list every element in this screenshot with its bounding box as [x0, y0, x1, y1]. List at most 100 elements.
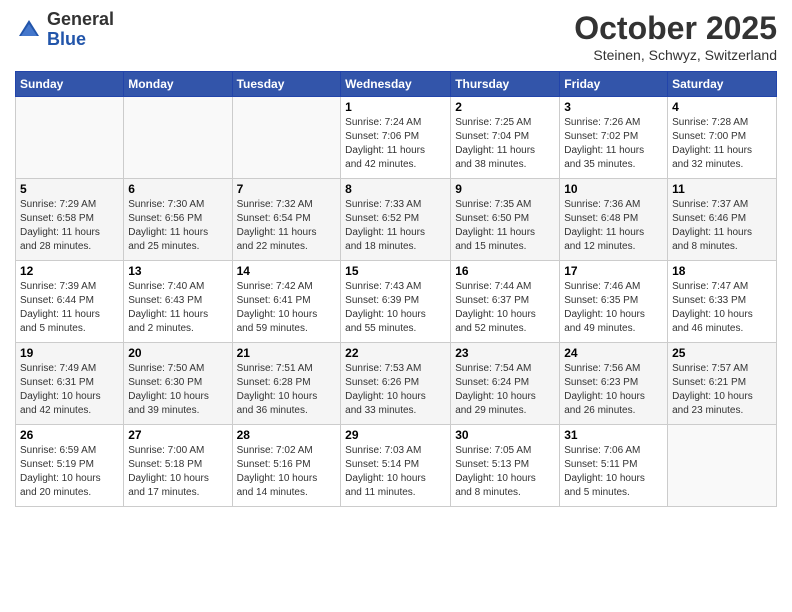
calendar-cell: 15Sunrise: 7:43 AM Sunset: 6:39 PM Dayli… [341, 261, 451, 343]
day-number: 22 [345, 346, 446, 360]
day-number: 16 [455, 264, 555, 278]
calendar-week-2: 5Sunrise: 7:29 AM Sunset: 6:58 PM Daylig… [16, 179, 777, 261]
calendar-cell: 12 Sunrise: 7:39 AM Sunset: 6:44 PM Dayli… [16, 261, 124, 343]
day-info: Sunrise: 7:26 AM Sunset: 7:02 PM Dayligh… [564, 116, 663, 172]
calendar-cell: 14 Sunrise: 7:42 AM Sunset: 6:41 PM Dayli… [232, 261, 341, 343]
day-number: 3 [564, 100, 663, 114]
calendar-cell: 27 Sunrise: 7:00 AM Sunset: 5:18 PM Dayli… [124, 425, 232, 507]
day-number: 23 [455, 346, 555, 360]
day-info: Sunrise: 7:56 AM Sunset: 6:23 PM Dayligh… [564, 362, 663, 418]
calendar-cell [232, 97, 341, 179]
day-number: 25 [672, 346, 772, 360]
calendar-cell: 10 Sunrise: 7:36 AM Sunset: 6:48 PM Dayli… [560, 179, 668, 261]
calendar-cell: 19 Sunrise: 7:49 AM Sunset: 6:31 PM Dayli… [16, 343, 124, 425]
day-number: 18 [672, 264, 772, 278]
calendar-cell: 25 Sunrise: 7:57 AM Sunset: 6:21 PM Dayli… [668, 343, 777, 425]
day-number: 8 [345, 182, 446, 196]
day-info: Sunrise: 7:57 AM Sunset: 6:21 PM Dayligh… [672, 362, 772, 418]
header: General Blue October 2025 Steinen, Schwy… [15, 10, 777, 63]
calendar-cell: 22 Sunrise: 7:53 AM Sunset: 6:26 PM Dayli… [341, 343, 451, 425]
day-info: Sunrise: 7:28 AM Sunset: 7:00 PM Dayligh… [672, 116, 772, 172]
calendar-cell [668, 425, 777, 507]
day-info: Sunrise: 7:46 AM Sunset: 6:35 PM Dayligh… [564, 280, 663, 336]
calendar-cell: 17 Sunrise: 7:46 AM Sunset: 6:35 PM Dayli… [560, 261, 668, 343]
day-number: 4 [672, 100, 772, 114]
calendar-cell: 24 Sunrise: 7:56 AM Sunset: 6:23 PM Dayli… [560, 343, 668, 425]
calendar-cell: 31 Sunrise: 7:06 AM Sunset: 5:11 PM Dayli… [560, 425, 668, 507]
calendar-cell: 20 Sunrise: 7:50 AM Sunset: 6:30 PM Dayli… [124, 343, 232, 425]
day-info: Sunrise: 7:35 AM Sunset: 6:50 PM Dayligh… [455, 198, 555, 254]
calendar-table: SundayMondayTuesdayWednesdayThursdayFrid… [15, 71, 777, 507]
day-info: Sunrise: 7:30 AM Sunset: 6:56 PM Dayligh… [128, 198, 227, 254]
day-number: 13 [128, 264, 227, 278]
day-info: Sunrise: 7:39 AM Sunset: 6:44 PM Dayligh… [20, 280, 119, 336]
calendar-cell: 29 Sunrise: 7:03 AM Sunset: 5:14 PM Dayli… [341, 425, 451, 507]
day-info: Sunrise: 7:33 AM Sunset: 6:52 PM Dayligh… [345, 198, 446, 254]
day-info: Sunrise: 7:50 AM Sunset: 6:30 PM Dayligh… [128, 362, 227, 418]
day-number: 2 [455, 100, 555, 114]
day-info: Sunrise: 7:43 AM Sunset: 6:39 PM Dayligh… [345, 280, 446, 336]
day-number: 30 [455, 428, 555, 442]
day-info: Sunrise: 7:47 AM Sunset: 6:33 PM Dayligh… [672, 280, 772, 336]
day-number: 28 [237, 428, 337, 442]
day-info: Sunrise: 7:03 AM Sunset: 5:14 PM Dayligh… [345, 444, 446, 500]
calendar-cell: 9 Sunrise: 7:35 AM Sunset: 6:50 PM Daylig… [451, 179, 560, 261]
day-info: Sunrise: 7:25 AM Sunset: 7:04 PM Dayligh… [455, 116, 555, 172]
day-number: 21 [237, 346, 337, 360]
day-number: 27 [128, 428, 227, 442]
day-number: 10 [564, 182, 663, 196]
day-number: 26 [20, 428, 119, 442]
location: Steinen, Schwyz, Switzerland [574, 47, 777, 63]
day-number: 6 [128, 182, 227, 196]
logo-text: General Blue [47, 10, 114, 50]
day-number: 29 [345, 428, 446, 442]
day-number: 9 [455, 182, 555, 196]
day-info: Sunrise: 7:00 AM Sunset: 5:18 PM Dayligh… [128, 444, 227, 500]
day-info: Sunrise: 7:53 AM Sunset: 6:26 PM Dayligh… [345, 362, 446, 418]
calendar-cell: 4 Sunrise: 7:28 AM Sunset: 7:00 PM Daylig… [668, 97, 777, 179]
day-number: 17 [564, 264, 663, 278]
day-info: Sunrise: 7:36 AM Sunset: 6:48 PM Dayligh… [564, 198, 663, 254]
day-info: Sunrise: 7:54 AM Sunset: 6:24 PM Dayligh… [455, 362, 555, 418]
day-number: 7 [237, 182, 337, 196]
day-number: 5 [20, 182, 119, 196]
calendar-cell: 8 Sunrise: 7:33 AM Sunset: 6:52 PM Daylig… [341, 179, 451, 261]
calendar-cell: 18 Sunrise: 7:47 AM Sunset: 6:33 PM Dayli… [668, 261, 777, 343]
day-info: Sunrise: 7:42 AM Sunset: 6:41 PM Dayligh… [237, 280, 337, 336]
day-info: Sunrise: 7:40 AM Sunset: 6:43 PM Dayligh… [128, 280, 227, 336]
day-info: Sunrise: 7:05 AM Sunset: 5:13 PM Dayligh… [455, 444, 555, 500]
calendar-cell: 5Sunrise: 7:29 AM Sunset: 6:58 PM Daylig… [16, 179, 124, 261]
title-section: October 2025 Steinen, Schwyz, Switzerlan… [574, 10, 777, 63]
day-number: 19 [20, 346, 119, 360]
day-info: Sunrise: 7:49 AM Sunset: 6:31 PM Dayligh… [20, 362, 119, 418]
day-number: 24 [564, 346, 663, 360]
day-info: Sunrise: 7:06 AM Sunset: 5:11 PM Dayligh… [564, 444, 663, 500]
calendar-week-5: 26Sunrise: 6:59 AM Sunset: 5:19 PM Dayli… [16, 425, 777, 507]
logo-icon [15, 16, 43, 44]
calendar-cell: 16Sunrise: 7:44 AM Sunset: 6:37 PM Dayli… [451, 261, 560, 343]
calendar-cell: 13 Sunrise: 7:40 AM Sunset: 6:43 PM Dayli… [124, 261, 232, 343]
calendar-cell: 21 Sunrise: 7:51 AM Sunset: 6:28 PM Dayli… [232, 343, 341, 425]
calendar-cell: 11 Sunrise: 7:37 AM Sunset: 6:46 PM Dayli… [668, 179, 777, 261]
calendar-week-1: 1 Sunrise: 7:24 AM Sunset: 7:06 PM Daylig… [16, 97, 777, 179]
day-info: Sunrise: 7:32 AM Sunset: 6:54 PM Dayligh… [237, 198, 337, 254]
day-number: 11 [672, 182, 772, 196]
day-number: 14 [237, 264, 337, 278]
day-number: 31 [564, 428, 663, 442]
calendar-cell: 26Sunrise: 6:59 AM Sunset: 5:19 PM Dayli… [16, 425, 124, 507]
calendar-header-sunday: Sunday [16, 72, 124, 97]
day-number: 12 [20, 264, 119, 278]
day-info: Sunrise: 7:51 AM Sunset: 6:28 PM Dayligh… [237, 362, 337, 418]
calendar-cell: 3 Sunrise: 7:26 AM Sunset: 7:02 PM Daylig… [560, 97, 668, 179]
day-info: Sunrise: 7:24 AM Sunset: 7:06 PM Dayligh… [345, 116, 446, 172]
calendar-cell: 1 Sunrise: 7:24 AM Sunset: 7:06 PM Daylig… [341, 97, 451, 179]
calendar-header-wednesday: Wednesday [341, 72, 451, 97]
calendar-header-thursday: Thursday [451, 72, 560, 97]
day-number: 20 [128, 346, 227, 360]
calendar-header-monday: Monday [124, 72, 232, 97]
calendar-header-tuesday: Tuesday [232, 72, 341, 97]
calendar-header-row: SundayMondayTuesdayWednesdayThursdayFrid… [16, 72, 777, 97]
day-number: 1 [345, 100, 446, 114]
day-info: Sunrise: 7:37 AM Sunset: 6:46 PM Dayligh… [672, 198, 772, 254]
month-title: October 2025 [574, 10, 777, 47]
